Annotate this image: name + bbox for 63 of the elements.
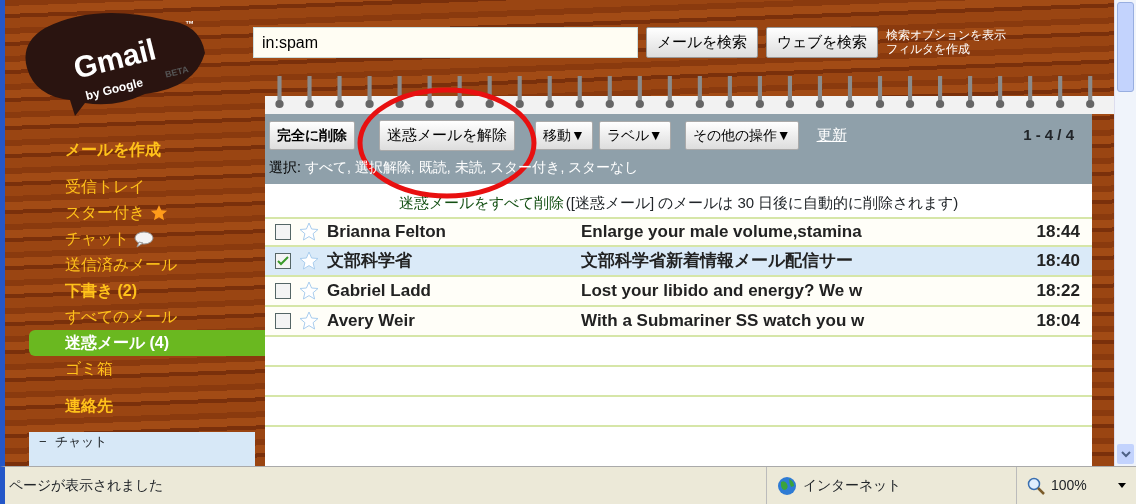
subject-text: With a Submariner SS watch you w [581, 310, 866, 333]
star-icon [150, 204, 168, 222]
speech-bubble-icon [134, 230, 154, 248]
star-icon[interactable] [299, 281, 319, 301]
trademark-label: ™ [185, 18, 194, 31]
subject-text: Enlarge your male volume,stamina [581, 221, 863, 244]
status-message: ページが表示されました [8, 476, 164, 495]
beta-label: BETA [163, 63, 191, 82]
toolbar-button[interactable]: 移動▼ [535, 120, 593, 150]
message-row[interactable]: Gabriel Ladd Lost your libido and energy? We w 18:22 [265, 277, 1092, 307]
message-count: 1 - 4 / 4 [1023, 125, 1074, 145]
checkbox[interactable] [275, 224, 291, 240]
message-row[interactable]: Avery Weir With a Submariner SS watch you w 18:04 [265, 307, 1092, 337]
sidebar-item[interactable]: すべてのメール [65, 304, 177, 330]
scrollbar[interactable] [1114, 0, 1136, 466]
search-field[interactable]: in:spam [253, 27, 638, 58]
sender-name: Avery Weir [326, 310, 416, 333]
checkbox[interactable] [275, 313, 291, 329]
sidebar-item[interactable]: 受信トレイ [65, 174, 145, 200]
compose-link[interactable]: メールを作成 [65, 138, 161, 162]
checkbox[interactable] [275, 253, 291, 269]
search-button[interactable]: メールを検索 [646, 27, 758, 58]
caret-icon[interactable] [1118, 483, 1126, 488]
time-label: 18:04 [1036, 310, 1080, 333]
search-option-link[interactable]: 検索オプションを表示 [886, 28, 1006, 43]
select-label: 選択: [269, 157, 301, 177]
sender-name: Gabriel Ladd [326, 280, 432, 303]
toolbar-button[interactable]: 迷惑メールを解除 [379, 120, 515, 151]
toolbar-button[interactable]: その他の操作▼ [684, 120, 799, 150]
globe-icon [777, 475, 797, 496]
zoom-icon [1027, 476, 1045, 495]
zone-label: インターネット [803, 476, 901, 495]
sidebar-item[interactable]: スター付き [65, 200, 168, 226]
delete-all-spam-link[interactable]: 迷惑メールをすべて削除 [398, 191, 564, 214]
sidebar-item[interactable]: チャット [65, 226, 154, 252]
sidebar-item[interactable]: 送信済みメール [65, 252, 177, 278]
message-row[interactable]: Brianna Felton Enlarge your male volume,stamina 18:44 [265, 217, 1092, 247]
sidebar-item[interactable]: 下書き (2) [65, 278, 137, 304]
zoom-level[interactable]: 100% [1051, 475, 1087, 496]
sidebar-item[interactable]: ゴミ箱 [65, 356, 113, 382]
subject-text: 文部科学省新着情報メール配信サー [581, 250, 854, 273]
sender-name: 文部科学省 [326, 250, 413, 273]
star-icon[interactable] [299, 222, 319, 242]
star-icon[interactable] [299, 311, 319, 331]
spam-notice-text: ([迷惑メール] のメールは 30 日後に自動的に削除されます) [565, 192, 959, 213]
search-option-link[interactable]: フィルタを作成 [886, 42, 1006, 57]
subject-text: Lost your libido and energy? We w [581, 280, 864, 303]
collapse-toggle[interactable]: − [39, 435, 47, 448]
message-row[interactable]: 文部科学省 文部科学省新着情報メール配信サー 18:40 [265, 247, 1092, 277]
contacts-link[interactable]: 連絡先 [65, 394, 113, 418]
search-button[interactable]: ウェブを検索 [766, 27, 878, 58]
checkbox[interactable] [275, 283, 291, 299]
time-label: 18:22 [1036, 280, 1080, 303]
chat-panel-title: チャット [54, 435, 107, 448]
star-icon[interactable] [299, 251, 319, 271]
scrollbar-thumb[interactable] [1117, 2, 1134, 92]
toolbar-button[interactable]: 完全に削除 [269, 120, 355, 150]
time-label: 18:44 [1036, 221, 1080, 244]
time-label: 18:40 [1036, 250, 1080, 273]
toolbar-button[interactable]: ラベル▼ [598, 120, 671, 150]
scroll-down-button[interactable] [1117, 444, 1134, 464]
sender-name: Brianna Felton [326, 221, 447, 244]
chevron-down-icon [1120, 450, 1131, 458]
